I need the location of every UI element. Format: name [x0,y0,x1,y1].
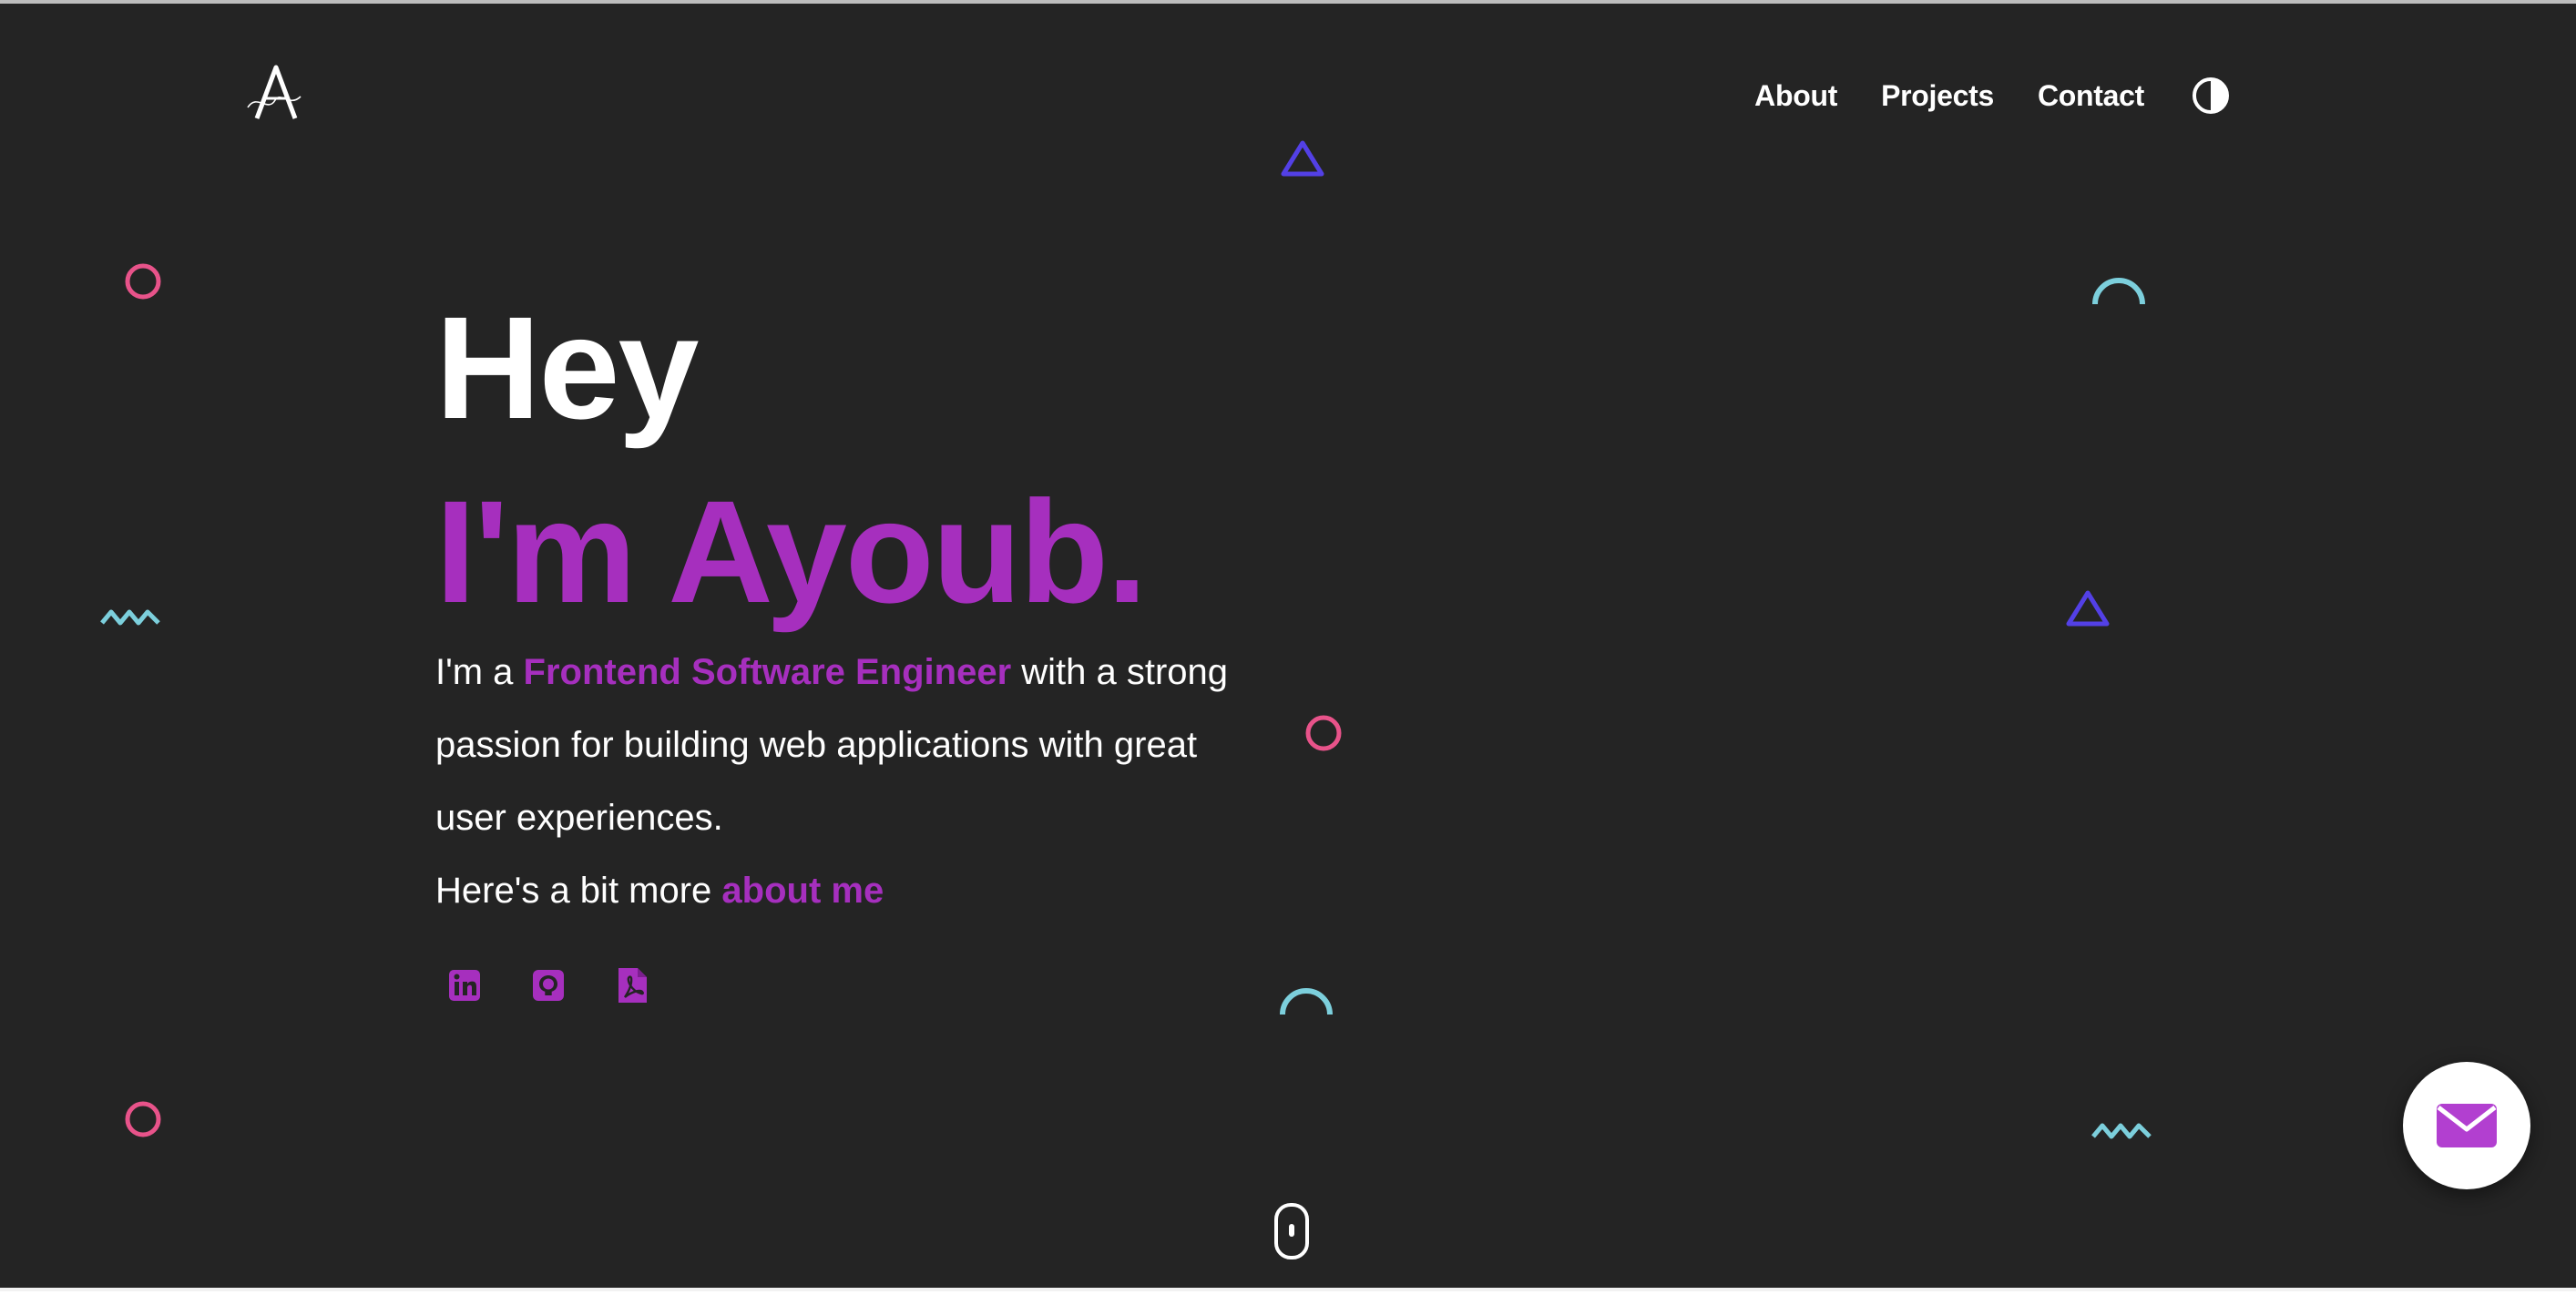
circle-decor-icon [125,1101,161,1137]
circle-decor-icon [1305,715,1342,751]
envelope-icon [2437,1104,2497,1147]
logo-icon[interactable] [244,62,308,126]
role-highlight: Frontend Software Engineer [523,652,1012,692]
bottom-edge [0,1288,2576,1291]
main-nav: About Projects Contact [1754,76,2230,115]
hero-more: Here's a bit more about me [435,854,1255,927]
circle-decor-icon [125,263,161,300]
theme-toggle-icon[interactable] [2192,76,2230,115]
hero-name: I'm Ayoub. [435,470,1148,633]
hero-intro: I'm a Frontend Software Engineer with a … [435,636,1255,854]
zigzag-decor-icon [100,609,160,626]
nav-link-projects[interactable]: Projects [1881,79,1994,113]
hero-section: Hey I'm Ayoub. I'm a Frontend Software E… [435,295,1255,927]
social-links [446,965,650,1005]
more-prefix: Here's a bit more [435,871,722,911]
nav-link-contact[interactable]: Contact [2038,79,2144,113]
triangle-decor-icon [1281,140,1324,177]
mouse-scroll-icon[interactable] [1273,1202,1310,1260]
triangle-decor-icon [2066,590,2110,627]
linkedin-icon[interactable] [446,965,483,1005]
semicircle-decor-icon [2092,278,2145,305]
zigzag-decor-icon [2091,1123,2152,1139]
github-icon[interactable] [530,965,567,1005]
hero-greeting: Hey [435,286,700,449]
semicircle-decor-icon [1280,988,1333,1015]
intro-prefix: I'm a [435,652,524,692]
about-me-link[interactable]: about me [721,871,884,911]
contact-mail-button[interactable] [2403,1062,2530,1189]
page: About Projects Contact Hey I'm Ayoub. I'… [0,4,2576,1291]
pdf-resume-icon[interactable] [614,965,650,1005]
nav-link-about[interactable]: About [1754,79,1837,113]
